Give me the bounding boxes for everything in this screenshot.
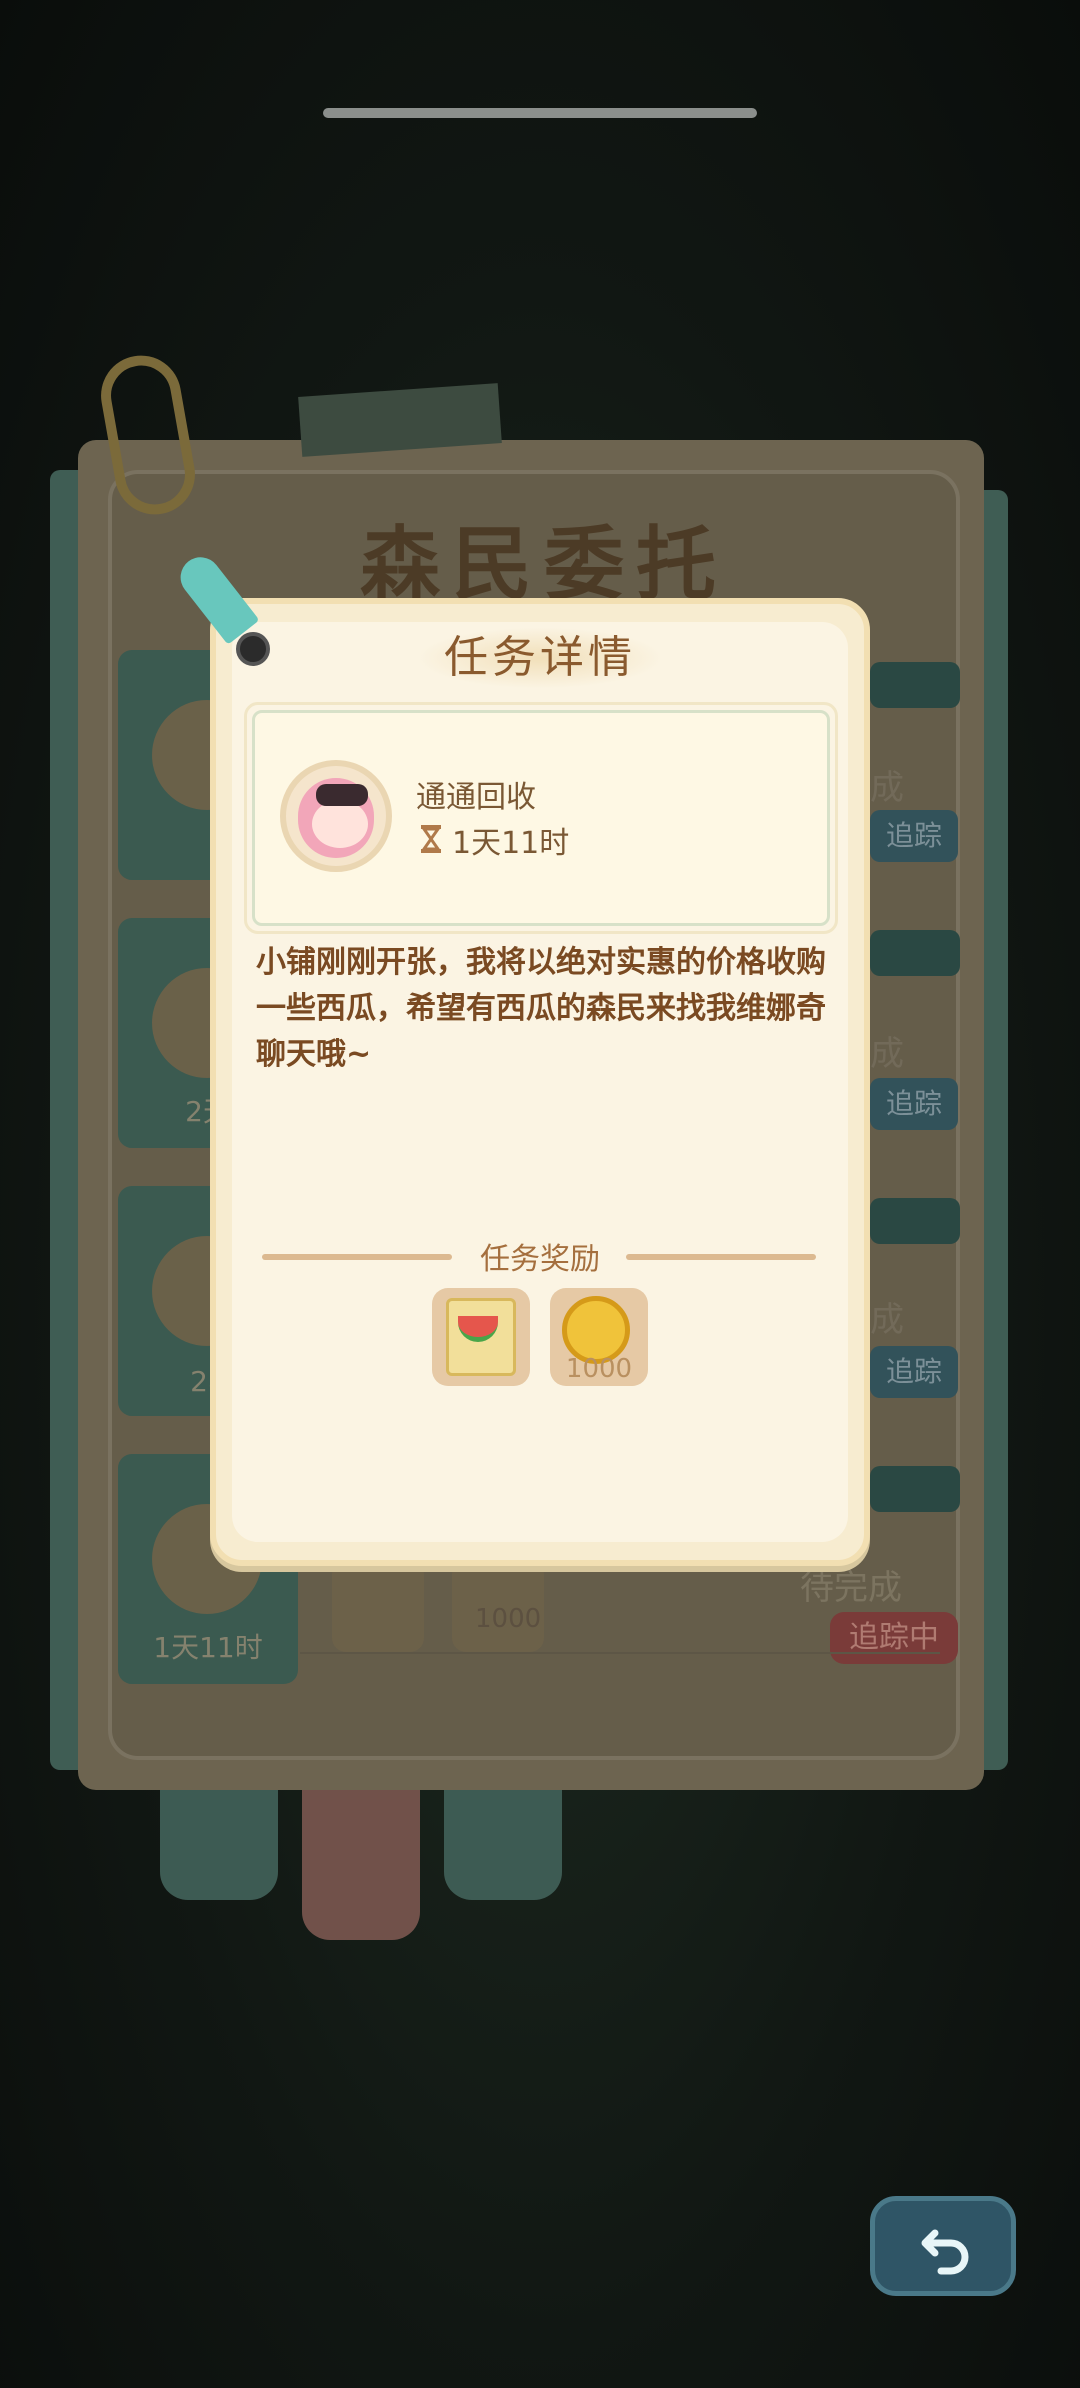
reward-watermelon[interactable] — [432, 1288, 530, 1386]
row-status: 待完成 — [800, 1568, 902, 1608]
reward-coin-count: 1000 — [565, 1354, 633, 1384]
watermelon-scroll-icon — [332, 1560, 424, 1652]
npc-avatar — [280, 760, 392, 872]
track-button[interactable]: 追踪 — [870, 1346, 958, 1398]
tab-paw-commission[interactable] — [302, 1790, 420, 1940]
card-time: 1天11时 — [153, 1631, 263, 1664]
modal-title: 任务详情 — [420, 628, 660, 688]
reward-coins[interactable]: 1000 — [550, 1288, 648, 1386]
avatar-bow — [316, 784, 368, 806]
row-badge — [870, 1198, 960, 1244]
return-arrow-icon — [921, 2229, 969, 2275]
tracking-button[interactable]: 追踪中 — [830, 1612, 958, 1664]
game-screen: 森民委托 2天 28 1天11时 成 追踪 成 追踪 成 追踪 1000 待完成… — [0, 0, 1080, 2388]
row-badge — [870, 930, 960, 976]
reward-divider-right — [626, 1254, 816, 1260]
tab-flag[interactable] — [160, 1790, 278, 1900]
row-reward-count: 1000 — [475, 1604, 542, 1634]
row-badge — [870, 662, 960, 708]
row-status: 成 — [870, 1300, 904, 1340]
home-indicator — [323, 108, 757, 118]
task-description: 小铺刚刚开张，我将以绝对实惠的价格收购一些西瓜，希望有西瓜的森民来找我维娜奇聊天… — [256, 945, 826, 1072]
reward-divider-left — [262, 1254, 452, 1260]
tab-notes[interactable] — [444, 1790, 562, 1900]
avatar-face — [312, 800, 368, 848]
track-button[interactable]: 追踪 — [870, 1078, 958, 1130]
row-divider — [300, 1652, 940, 1654]
row-status: 成 — [870, 768, 904, 808]
row-status: 成 — [870, 1034, 904, 1074]
reward-title: 任务奖励 — [480, 1242, 600, 1277]
return-button[interactable] — [870, 2196, 1016, 2296]
pin-icon — [236, 632, 270, 666]
time-remaining: 1天11时 — [452, 826, 570, 861]
hourglass-icon — [421, 825, 441, 853]
npc-name: 通通回收 — [416, 780, 536, 815]
track-button[interactable]: 追踪 — [870, 810, 958, 862]
row-badge — [870, 1466, 960, 1512]
